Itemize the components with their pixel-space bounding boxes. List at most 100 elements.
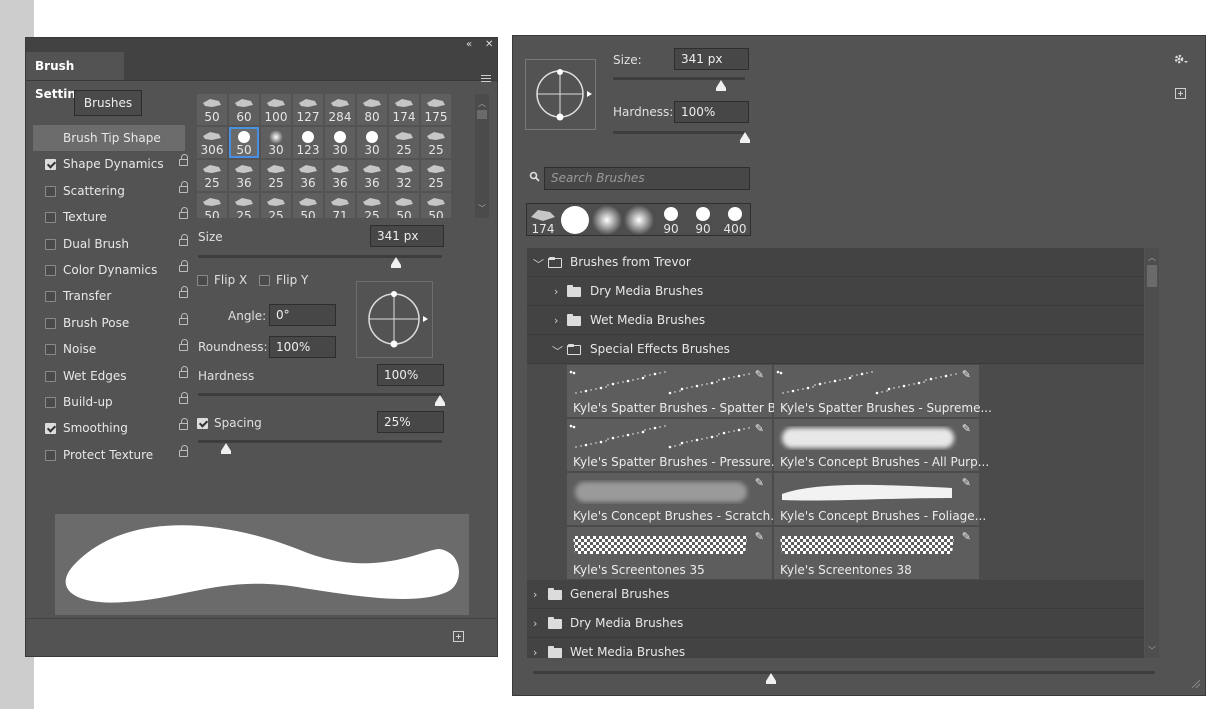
size-slider-thumb[interactable] bbox=[391, 257, 401, 268]
search-brushes-input[interactable]: Search Brushes bbox=[544, 167, 750, 190]
group-general-brushes[interactable]: › General Brushes bbox=[527, 580, 1144, 609]
lock-button[interactable] bbox=[173, 389, 195, 415]
size-field[interactable]: 341 px bbox=[370, 225, 444, 247]
brush-tip[interactable]: 50 bbox=[293, 193, 323, 218]
lock-button[interactable] bbox=[173, 283, 195, 309]
scroll-up-icon[interactable]: ︿ bbox=[1148, 252, 1156, 263]
resize-grip-icon[interactable] bbox=[1190, 677, 1201, 691]
option-checkbox[interactable] bbox=[45, 291, 56, 303]
recent-brush[interactable] bbox=[623, 204, 655, 236]
chevron-down-icon[interactable]: ﹀ bbox=[552, 343, 563, 359]
brush-tip[interactable]: 25 bbox=[197, 160, 227, 191]
lock-button[interactable] bbox=[173, 151, 195, 177]
brush-tip-grid[interactable]: 50 60 100 127 284 80 174 175 306 50 30 123 30 30 25 25 2… bbox=[197, 94, 453, 218]
lock-button[interactable] bbox=[173, 231, 195, 257]
recent-brush[interactable]: 400 bbox=[719, 204, 751, 236]
group-special-effects[interactable]: ﹀ Special Effects Brushes bbox=[527, 335, 1144, 364]
brush-tip[interactable]: 30 bbox=[261, 127, 291, 158]
close-icon[interactable]: ✕ bbox=[485, 38, 493, 52]
hardness-slider-thumb[interactable] bbox=[740, 132, 750, 143]
brush-tip[interactable]: 25 bbox=[357, 193, 387, 218]
option-row[interactable]: Smoothing bbox=[33, 415, 188, 441]
option-row[interactable]: Scattering bbox=[33, 178, 188, 204]
brush-tip[interactable]: 36 bbox=[357, 160, 387, 191]
size-slider-track[interactable] bbox=[198, 255, 442, 258]
option-checkbox[interactable] bbox=[45, 396, 56, 408]
spacing-checkbox[interactable] bbox=[197, 418, 208, 429]
option-row[interactable]: Shape Dynamics bbox=[33, 151, 188, 177]
option-row[interactable]: Noise bbox=[33, 336, 188, 362]
option-brush-tip-shape[interactable]: Brush Tip Shape bbox=[33, 125, 185, 152]
option-row[interactable]: Dual Brush bbox=[33, 231, 188, 257]
brushes-button[interactable]: Brushes bbox=[74, 90, 142, 116]
brush-tip[interactable]: 25 bbox=[389, 127, 419, 158]
group-wet-media[interactable]: › Wet Media Brushes bbox=[527, 306, 1144, 335]
scroll-thumb[interactable] bbox=[477, 110, 487, 119]
list-scrollbar[interactable]: ︿ ﹀ bbox=[1145, 248, 1159, 658]
gear-icon[interactable] bbox=[1174, 53, 1188, 68]
recent-brush[interactable]: 174 bbox=[527, 204, 559, 236]
lock-button[interactable] bbox=[173, 204, 195, 230]
brush-tip[interactable]: 30 bbox=[357, 127, 387, 158]
option-row[interactable]: Brush Pose bbox=[33, 310, 188, 336]
brush-tip[interactable]: 60 bbox=[229, 94, 259, 125]
angle-field[interactable]: 0° bbox=[269, 304, 336, 326]
chevron-right-icon[interactable]: › bbox=[533, 646, 537, 658]
brush-tip[interactable]: 50 bbox=[197, 94, 227, 125]
option-checkbox[interactable] bbox=[45, 238, 56, 250]
new-brush-preset-icon[interactable] bbox=[1175, 88, 1186, 99]
angle-roundness-widget[interactable] bbox=[356, 281, 433, 358]
brush-tip[interactable]: 100 bbox=[261, 94, 291, 125]
brush-tip[interactable]: 127 bbox=[293, 94, 323, 125]
option-checkbox[interactable] bbox=[45, 449, 56, 461]
preview-size-slider-thumb[interactable] bbox=[766, 673, 776, 684]
recent-brush[interactable]: 90 bbox=[655, 204, 687, 236]
chevron-right-icon[interactable]: › bbox=[554, 285, 558, 298]
brush-tip[interactable]: 36 bbox=[229, 160, 259, 191]
hardness-slider-track[interactable] bbox=[613, 131, 745, 134]
scroll-up-icon[interactable]: ︿ bbox=[478, 98, 486, 109]
option-row[interactable]: Texture bbox=[33, 204, 188, 230]
collapse-icon[interactable]: « bbox=[466, 38, 472, 52]
recent-brushes-strip[interactable]: 174 90 90 400 bbox=[526, 203, 751, 236]
recent-brush[interactable]: 90 bbox=[687, 204, 719, 236]
lock-button[interactable] bbox=[173, 363, 195, 389]
scroll-thumb[interactable] bbox=[1147, 265, 1157, 287]
brush-preset[interactable]: ✎ Kyle's Screentones 38 bbox=[774, 527, 979, 579]
brush-tip[interactable]: 50 bbox=[421, 193, 451, 218]
lock-button[interactable] bbox=[173, 415, 195, 441]
option-row[interactable]: Transfer bbox=[33, 283, 188, 309]
size-slider-thumb[interactable] bbox=[716, 80, 726, 91]
option-checkbox[interactable] bbox=[45, 264, 56, 276]
lock-button[interactable] bbox=[173, 336, 195, 362]
option-row[interactable]: Wet Edges bbox=[33, 363, 188, 389]
panel-menu-icon[interactable] bbox=[481, 73, 491, 84]
flip-y-checkbox[interactable] bbox=[259, 275, 270, 286]
brush-preset-list[interactable]: ﹀ Brushes from Trevor › Dry Media Brushe… bbox=[527, 248, 1144, 658]
hardness-field[interactable]: 100% bbox=[674, 101, 749, 123]
brush-tip[interactable]: 25 bbox=[229, 193, 259, 218]
lock-button[interactable] bbox=[173, 310, 195, 336]
spacing-slider-thumb[interactable] bbox=[221, 443, 231, 454]
brush-tip[interactable]: 71 bbox=[325, 193, 355, 218]
brush-tip[interactable]: 175 bbox=[421, 94, 451, 125]
scroll-down-icon[interactable]: ﹀ bbox=[478, 203, 486, 214]
flip-x-checkbox[interactable] bbox=[197, 275, 208, 286]
brush-tip[interactable]: 25 bbox=[261, 193, 291, 218]
new-brush-icon[interactable] bbox=[453, 631, 464, 642]
hardness-slider-thumb[interactable] bbox=[435, 395, 445, 406]
lock-button[interactable] bbox=[173, 178, 195, 204]
brush-tip[interactable]: 50 bbox=[229, 127, 259, 158]
roundness-field[interactable]: 100% bbox=[269, 336, 336, 358]
brush-tip[interactable]: 25 bbox=[421, 160, 451, 191]
group-wet-media-2[interactable]: › Wet Media Brushes bbox=[527, 638, 1144, 658]
preview-size-slider-track[interactable] bbox=[533, 671, 1155, 674]
group-brushes-from-trevor[interactable]: ﹀ Brushes from Trevor bbox=[527, 248, 1144, 277]
brush-tip[interactable]: 123 bbox=[293, 127, 323, 158]
spacing-slider-track[interactable] bbox=[198, 440, 442, 443]
brush-preset[interactable]: ✎ Kyle's Spatter Brushes - Pressure... bbox=[567, 419, 782, 471]
spacing-field[interactable]: 25% bbox=[377, 411, 444, 433]
option-checkbox[interactable] bbox=[45, 423, 56, 435]
brush-preset[interactable]: ✎ Kyle's Concept Brushes - Scratch... bbox=[567, 473, 782, 525]
option-row[interactable]: Protect Texture bbox=[33, 442, 188, 468]
